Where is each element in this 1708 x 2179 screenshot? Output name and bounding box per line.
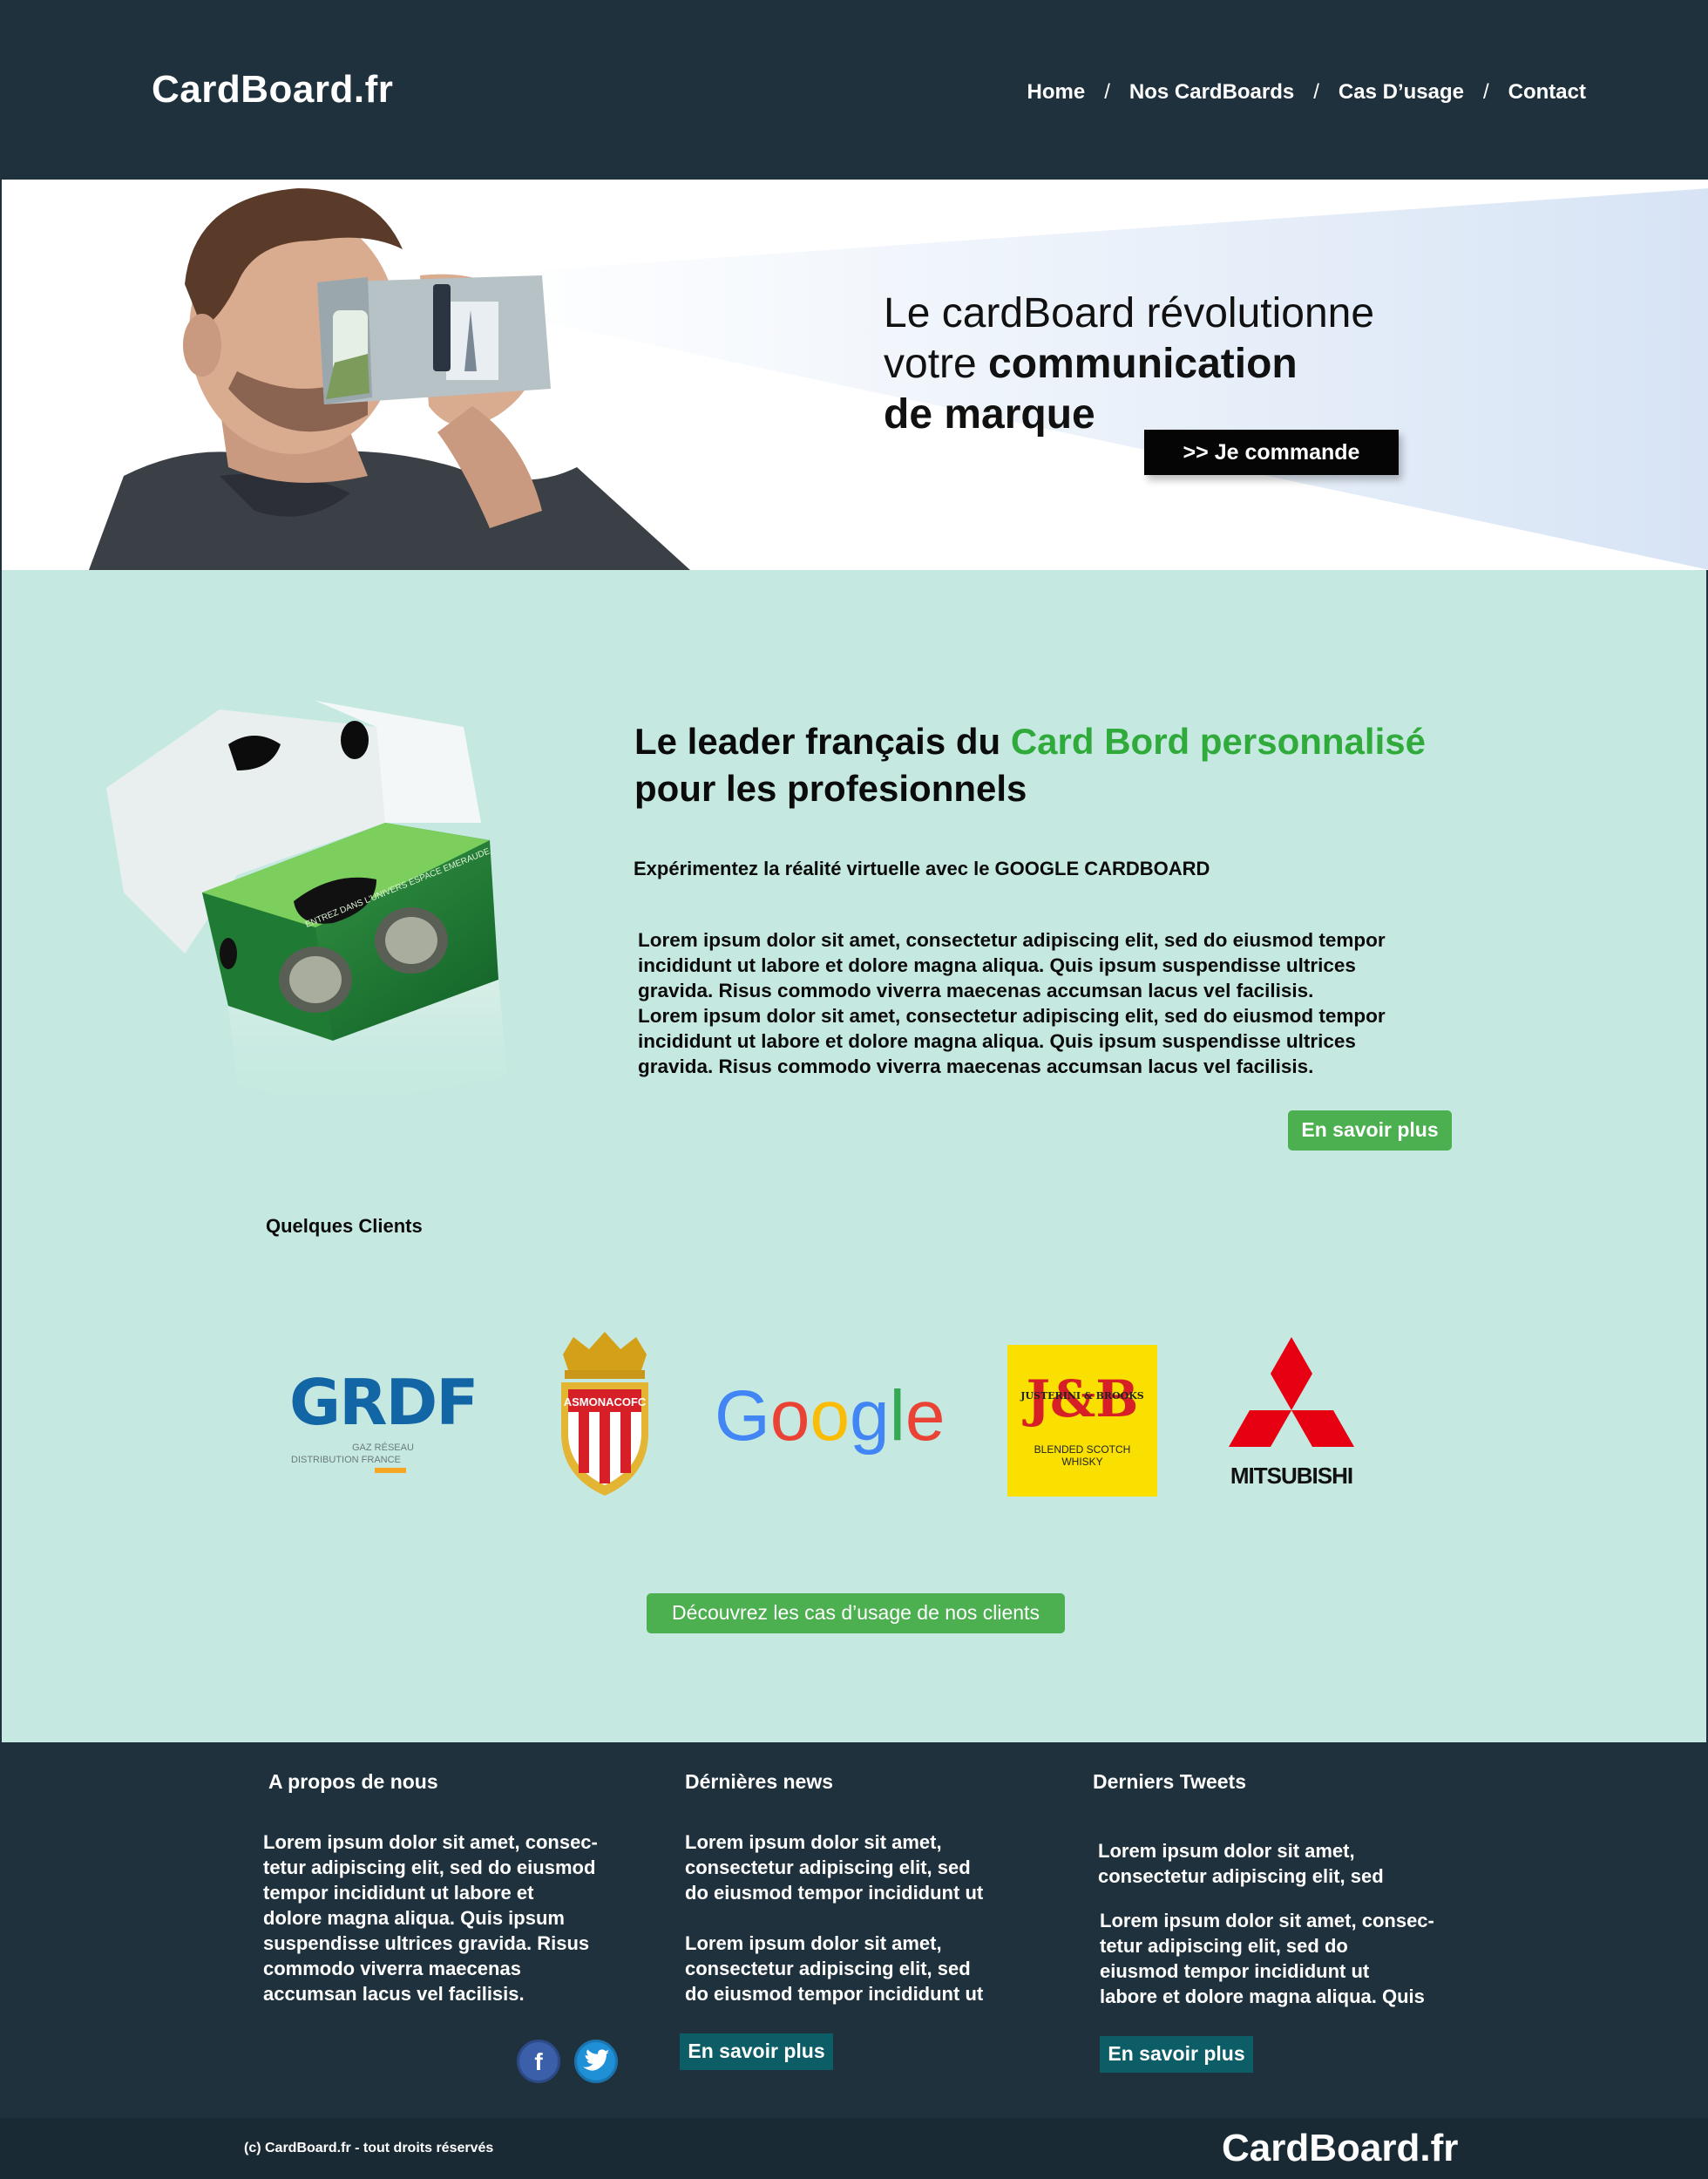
nav-separator: / bbox=[1313, 80, 1319, 104]
twitter-icon[interactable] bbox=[574, 2040, 618, 2083]
about-line: commodo viverra maecenas bbox=[263, 1958, 521, 1979]
hero-banner: Le cardBoard révolutionne votre communic… bbox=[0, 180, 1708, 570]
site-footer: A propos de nous Lorem ipsum dolor sit a… bbox=[0, 1742, 1708, 2118]
order-button[interactable]: >> Je commande bbox=[1144, 430, 1399, 475]
facebook-glyph: f bbox=[534, 2048, 543, 2075]
footer-about-title: A propos de nous bbox=[268, 1770, 438, 1793]
section-title-plain: Le leader français du bbox=[634, 721, 1011, 762]
news-line: consectetur adipiscing elit, sed bbox=[685, 1857, 971, 1878]
client-logo-monaco[interactable]: ASMONACOFC bbox=[556, 1328, 654, 1499]
footer-news-title: Dérnières news bbox=[685, 1770, 834, 1793]
site-header: CardBoard.fr Home / Nos CardBoards / Cas… bbox=[0, 0, 1708, 180]
section-title-line1: Le leader français du Card Bord personna… bbox=[634, 718, 1426, 765]
about-line: Lorem ipsum dolor sit amet, consec- bbox=[263, 1831, 598, 1853]
facebook-glyph-text: f bbox=[534, 2048, 543, 2075]
news-line: Lorem ipsum dolor sit amet, bbox=[685, 1932, 942, 1954]
section-subtitle: Expérimentez la réalité virtuelle avec l… bbox=[634, 858, 1210, 879]
nav-separator: / bbox=[1104, 80, 1110, 104]
tweet-line: Lorem ipsum dolor sit amet, consec- bbox=[1100, 1910, 1434, 1931]
tweet-line: labore et dolore magna aliqua. Quis bbox=[1100, 1986, 1425, 2007]
client-logo-google[interactable]: Google bbox=[715, 1372, 945, 1468]
jb-logo-icon: J&B JUSTERINI & BROOKS BLENDED SCOTCH WH… bbox=[1007, 1345, 1157, 1497]
about-line: dolore magna aliqua. Quis ipsum bbox=[263, 1907, 565, 1929]
google-logo-icon: Google bbox=[715, 1376, 945, 1456]
description-line: Lorem ipsum dolor sit amet, consectetur … bbox=[638, 929, 1386, 951]
nav-home[interactable]: Home bbox=[1027, 80, 1086, 105]
site-logo[interactable]: CardBoard.fr bbox=[152, 68, 393, 112]
about-line: tempor incididunt ut labore et bbox=[263, 1882, 534, 1904]
footer-tweets-block1: Lorem ipsum dolor sit amet, consectetur … bbox=[1098, 1838, 1481, 1889]
news-line: do eiusmod tempor incididunt ut bbox=[685, 1983, 984, 2005]
footer-news-block2: Lorem ipsum dolor sit amet, consectetur … bbox=[685, 1931, 1034, 2006]
twitter-bird-glyph bbox=[582, 2049, 609, 2071]
about-line: accumsan lacus vel facilisis. bbox=[263, 1983, 525, 2005]
description-line: gravida. Risus commodo viverra maecenas … bbox=[638, 1056, 1314, 1077]
hero-title: Le cardBoard révolutionne votre communic… bbox=[884, 288, 1374, 440]
grdf-logo-icon: GRDF GAZ RÉSEAU DISTRIBUTION FRANCE bbox=[289, 1366, 479, 1473]
hero-title-line3-bold: de marque bbox=[884, 391, 1095, 438]
bottom-bar: (c) CardBoard.fr - tout droits réservés … bbox=[0, 2118, 1708, 2179]
description-line: gravida. Risus commodo viverra maecenas … bbox=[638, 980, 1314, 1001]
footer-logo[interactable]: CardBoard.fr bbox=[1222, 2127, 1458, 2170]
hero-title-line1: Le cardBoard révolutionne bbox=[884, 290, 1375, 336]
nav-cas-usage[interactable]: Cas D’usage bbox=[1339, 80, 1464, 105]
main-section: ENTREZ DANS L'UNIVERS ESPACE EMERAUDE Le… bbox=[0, 570, 1708, 1742]
hero-person-image bbox=[89, 188, 690, 570]
nav-separator: / bbox=[1482, 80, 1489, 104]
grdf-logo-text: GRDF bbox=[289, 1370, 478, 1439]
client-logo-grdf[interactable]: GRDF GAZ RÉSEAU DISTRIBUTION FRANCE bbox=[289, 1366, 490, 1475]
section-title-line2: pour les profesionnels bbox=[634, 768, 1027, 809]
cardboard-product-image: ENTREZ DANS L'UNIVERS ESPACE EMERAUDE bbox=[106, 701, 507, 1110]
jb-logo-brand: JUSTERINI & BROOKS bbox=[1020, 1390, 1144, 1402]
footer-about-text: Lorem ipsum dolor sit amet, consec- tetu… bbox=[263, 1829, 647, 2006]
section-title-highlight: Card Bord personnalisé bbox=[1010, 721, 1426, 762]
tweet-line: consectetur adipiscing elit, sed bbox=[1098, 1865, 1384, 1887]
mitsubishi-logo-text: MITSUBISHI bbox=[1230, 1463, 1352, 1489]
hero-title-line2: votre communication bbox=[884, 339, 1374, 390]
monaco-logo-text: ASMONACOFC bbox=[564, 1395, 647, 1409]
news-line: Lorem ipsum dolor sit amet, bbox=[685, 1831, 942, 1853]
client-logo-jb[interactable]: J&B JUSTERINI & BROOKS BLENDED SCOTCH WH… bbox=[1007, 1345, 1157, 1497]
about-line: tetur adipiscing elit, sed do eiusmod bbox=[263, 1857, 596, 1878]
tweet-line: tetur adipiscing elit, sed do bbox=[1100, 1935, 1348, 1957]
tweet-line: eiusmod tempor incididunt ut bbox=[1100, 1960, 1370, 1982]
grdf-logo-tagline2: DISTRIBUTION FRANCE bbox=[291, 1455, 401, 1465]
tweet-line: Lorem ipsum dolor sit amet, bbox=[1098, 1840, 1355, 1862]
description-line: incididunt ut labore et dolore magna ali… bbox=[638, 1030, 1356, 1052]
section-title: Le leader français du Card Bord personna… bbox=[634, 718, 1426, 812]
copyright-text: (c) CardBoard.fr - tout droits réservés bbox=[244, 2141, 494, 2155]
footer-tweets-title: Derniers Tweets bbox=[1093, 1770, 1246, 1793]
discover-cases-button[interactable]: Découvrez les cas d’usage de nos clients bbox=[647, 1593, 1065, 1633]
main-nav: Home / Nos CardBoards / Cas D’usage / Co… bbox=[1027, 80, 1586, 105]
section-description: Lorem ipsum dolor sit amet, consectetur … bbox=[638, 927, 1457, 1079]
footer-tweets-block2: Lorem ipsum dolor sit amet, consec- tetu… bbox=[1100, 1908, 1483, 2009]
clients-title: Quelques Clients bbox=[266, 1215, 423, 1237]
jb-logo-line2: WHISKY bbox=[1061, 1456, 1102, 1468]
mitsubishi-logo-icon: MITSUBISHI bbox=[1229, 1337, 1354, 1489]
footer-news-block1: Lorem ipsum dolor sit amet, consectetur … bbox=[685, 1829, 1034, 1905]
jb-logo-line1: BLENDED SCOTCH bbox=[1034, 1443, 1131, 1456]
hero-title-line2-bold: communication bbox=[988, 341, 1298, 387]
news-more-button[interactable]: En savoir plus bbox=[680, 2033, 833, 2070]
facebook-icon[interactable]: f bbox=[517, 2040, 560, 2083]
google-logo-text: Google bbox=[715, 1376, 943, 1456]
nav-contact[interactable]: Contact bbox=[1508, 80, 1586, 105]
description-line: incididunt ut labore et dolore magna ali… bbox=[638, 954, 1356, 976]
description-line: Lorem ipsum dolor sit amet, consectetur … bbox=[638, 1005, 1386, 1027]
hero-title-line2-plain: votre bbox=[884, 341, 989, 387]
about-line: suspendisse ultrices gravida. Risus bbox=[263, 1932, 590, 1954]
learn-more-button[interactable]: En savoir plus bbox=[1288, 1110, 1452, 1151]
client-logo-mitsubishi[interactable]: MITSUBISHI bbox=[1218, 1337, 1365, 1494]
news-line: do eiusmod tempor incididunt ut bbox=[685, 1882, 984, 1904]
grdf-logo-tagline1: GAZ RÉSEAU bbox=[352, 1442, 414, 1453]
monaco-crest-icon: ASMONACOFC bbox=[561, 1332, 648, 1496]
tweets-more-button[interactable]: En savoir plus bbox=[1100, 2036, 1253, 2073]
nav-nos-cardboards[interactable]: Nos CardBoards bbox=[1129, 80, 1294, 105]
news-line: consectetur adipiscing elit, sed bbox=[685, 1958, 971, 1979]
